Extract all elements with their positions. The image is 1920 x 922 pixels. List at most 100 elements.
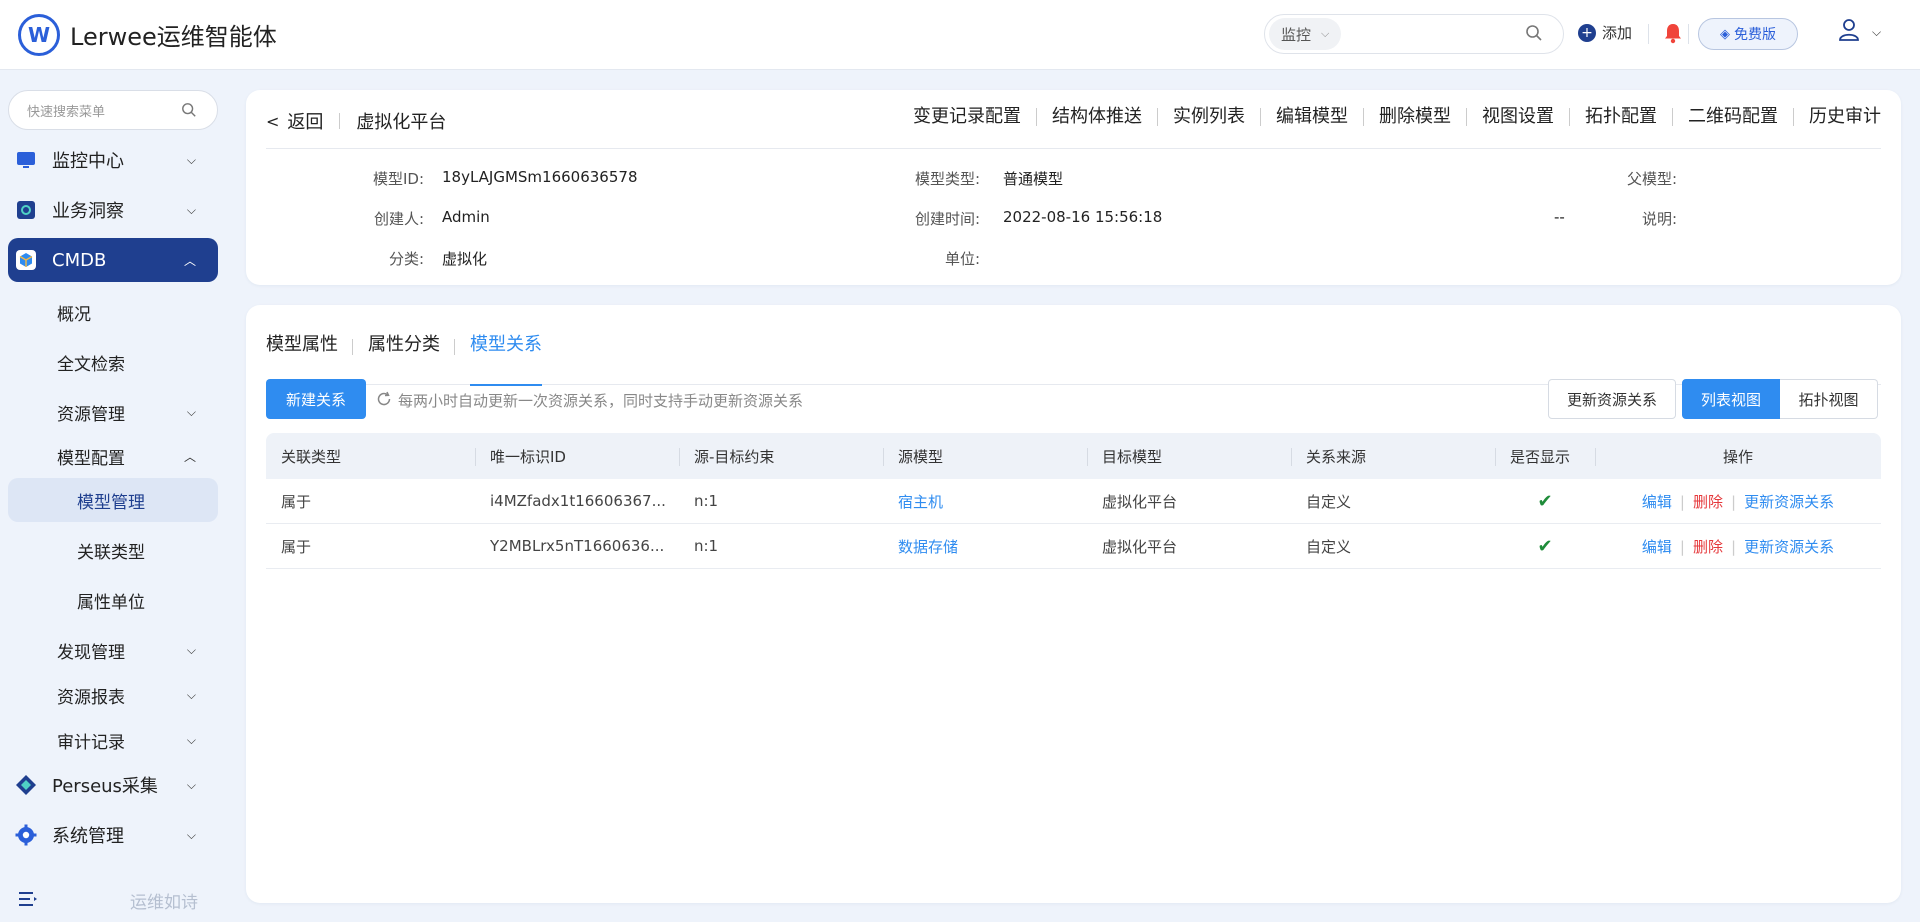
view-settings-link[interactable]: 视图设置	[1466, 108, 1569, 126]
add-label: 添加	[1602, 24, 1633, 42]
tab-model-attributes[interactable]: 模型属性	[266, 325, 338, 385]
sidebar-item-label: 资源报表	[57, 687, 125, 708]
free-edition-button[interactable]: ◈ 免费版	[1698, 18, 1798, 50]
category-label: 分类:	[388, 250, 424, 268]
delete-relation-link[interactable]: 删除	[1693, 538, 1723, 556]
created-time-value: 2022-08-16 15:56:18	[1003, 208, 1163, 226]
update-resource-relation-link[interactable]: 更新资源关系	[1744, 493, 1834, 511]
operations-cell: 编辑 | 删除 | 更新资源关系	[1641, 537, 1835, 556]
delete-model-link[interactable]: 删除模型	[1363, 108, 1466, 126]
chevron-down-icon: ⌵	[186, 732, 196, 747]
delete-relation-link[interactable]: 删除	[1693, 493, 1723, 511]
edit-relation-link[interactable]: 编辑	[1642, 493, 1672, 511]
gear-icon	[14, 823, 38, 847]
list-view-button[interactable]: 列表视图	[1682, 379, 1780, 419]
menu-search-placeholder: 快速搜索菜单	[27, 104, 106, 120]
sidebar-item-perseus[interactable]: Perseus采集 ⌵	[8, 763, 218, 807]
sidebar-item-system[interactable]: 系统管理 ⌵	[8, 813, 218, 857]
sidebar-item-fulltext-search[interactable]: 全文检索	[8, 340, 218, 384]
relations-table: 关联类型 唯一标识ID 源-目标约束 源模型 目标模型 关系来源 是否显示 操作…	[266, 433, 1881, 569]
diamond-icon: ◈	[1720, 26, 1730, 42]
sidebar-item-label: 属性单位	[77, 592, 145, 613]
sidebar-item-relation-types[interactable]: 关联类型	[8, 528, 218, 572]
model-relations-card: 模型属性 属性分类 模型关系 新建关系 每两小时自动更新一次资源关系，同时支持手…	[246, 305, 1901, 903]
sidebar-item-label: 系统管理	[52, 826, 124, 847]
struct-push-link[interactable]: 结构体推送	[1036, 108, 1157, 126]
instance-list-link[interactable]: 实例列表	[1157, 108, 1260, 126]
sidebar-item-label: Perseus采集	[52, 776, 158, 797]
chevron-down-icon: ⌵	[186, 202, 196, 217]
add-button[interactable]: + 添加	[1578, 22, 1632, 43]
column-header: 关联类型	[281, 447, 342, 466]
update-relations-button[interactable]: 更新资源关系	[1548, 379, 1676, 419]
update-resource-relation-link[interactable]: 更新资源关系	[1744, 538, 1834, 556]
column-header: 目标模型	[1087, 446, 1291, 467]
sidebar-item-label: 全文检索	[57, 354, 125, 375]
search-scope-select[interactable]: 监控 ⌵	[1269, 18, 1342, 50]
model-type-value: 普通模型	[1003, 170, 1064, 188]
sidebar-item-monitor[interactable]: 监控中心 ⌵	[8, 138, 218, 182]
sidebar-item-resource-management[interactable]: 资源管理 ⌵	[8, 390, 218, 434]
sidebar-item-label: 审计记录	[57, 732, 125, 753]
sidebar-item-attribute-units[interactable]: 属性单位	[8, 578, 218, 622]
sidebar-item-insight[interactable]: 业务洞察 ⌵	[8, 188, 218, 232]
monitor-icon	[14, 148, 38, 172]
relation-type-cell: 属于	[281, 537, 312, 556]
column-header: 关系来源	[1291, 446, 1495, 467]
source-model-link[interactable]: 宿主机	[883, 491, 1087, 512]
chevron-up-icon: ︿	[183, 253, 196, 268]
sidebar-item-label: 发现管理	[57, 642, 125, 663]
sidebar-item-model-management[interactable]: 模型管理	[8, 478, 218, 522]
source-model-link[interactable]: 数据存储	[883, 536, 1087, 557]
app-logo[interactable]: W Lerwee运维智能体	[18, 13, 277, 56]
global-search[interactable]: 监控 ⌵	[1264, 14, 1564, 54]
insight-icon	[14, 198, 38, 222]
header-divider	[1688, 24, 1689, 44]
sidebar-item-model-config[interactable]: 模型配置 ︿	[8, 434, 218, 478]
topology-view-button[interactable]: 拓扑视图	[1780, 379, 1878, 419]
model-actions: 变更记录配置 结构体推送 实例列表 编辑模型 删除模型 视图设置 拓扑配置 二维…	[898, 108, 1881, 126]
edit-relation-link[interactable]: 编辑	[1642, 538, 1672, 556]
description-value: --	[1554, 208, 1565, 226]
tab-model-relations[interactable]: 模型关系	[454, 325, 542, 386]
unique-id-cell: Y2MBLrx5nT1660636...	[490, 537, 665, 555]
new-relation-button[interactable]: 新建关系	[266, 379, 366, 419]
operations-cell: 编辑 | 删除 | 更新资源关系	[1641, 492, 1835, 511]
search-icon[interactable]	[1525, 24, 1543, 46]
collapse-menu-icon[interactable]	[18, 891, 38, 911]
chevron-left-icon[interactable]: <	[266, 112, 279, 131]
sidebar-item-overview[interactable]: 概况	[8, 290, 218, 334]
history-audit-link[interactable]: 历史审计	[1793, 108, 1881, 126]
qrcode-config-link[interactable]: 二维码配置	[1672, 108, 1793, 126]
sidebar-footer: 运维如诗	[18, 888, 198, 913]
sidebar-item-audit-records[interactable]: 审计记录 ⌵	[8, 718, 218, 762]
relation-origin-cell: 自定义	[1306, 537, 1352, 556]
chevron-down-icon: ⌵	[186, 404, 196, 419]
column-header: 唯一标识ID	[475, 446, 679, 467]
sidebar-item-resource-reports[interactable]: 资源报表 ⌵	[8, 673, 218, 717]
chevron-down-icon: ⌵	[186, 827, 196, 842]
topology-config-link[interactable]: 拓扑配置	[1569, 108, 1672, 126]
sidebar-item-cmdb[interactable]: CMDB ︿	[8, 238, 218, 282]
change-log-config-link[interactable]: 变更记录配置	[898, 108, 1036, 126]
model-id-value: 18yLAJGMSm1660636578	[442, 168, 638, 186]
footer-slogan: 运维如诗	[130, 893, 198, 913]
model-type-label: 模型类型:	[914, 170, 980, 188]
breadcrumb-divider	[339, 113, 341, 129]
table-row: 属于 i4MZfadx1t16606367... n:1 宿主机 虚拟化平台 自…	[266, 479, 1881, 524]
creator-label: 创建人:	[373, 210, 424, 228]
back-link[interactable]: 返回	[287, 108, 323, 134]
column-header: 是否显示	[1495, 446, 1595, 467]
menu-search-input[interactable]: 快速搜索菜单	[8, 90, 218, 130]
plus-circle-icon: +	[1578, 23, 1596, 42]
sidebar: 快速搜索菜单 监控中心 ⌵ 业务洞察 ⌵ CMDB ︿ 概况 全文检索 资源管理…	[0, 70, 230, 922]
chevron-up-icon: ︿	[183, 449, 196, 464]
tab-attribute-categories[interactable]: 属性分类	[352, 325, 440, 385]
edit-model-link[interactable]: 编辑模型	[1260, 108, 1363, 126]
sidebar-item-discovery[interactable]: 发现管理 ⌵	[8, 628, 218, 672]
bell-icon[interactable]	[1663, 22, 1683, 48]
view-toggle: 列表视图 拓扑视图	[1682, 379, 1878, 419]
divider	[266, 148, 1881, 149]
auto-update-tip: 每两小时自动更新一次资源关系，同时支持手动更新资源关系	[376, 390, 803, 411]
user-menu[interactable]: ⌵	[1838, 18, 1881, 46]
